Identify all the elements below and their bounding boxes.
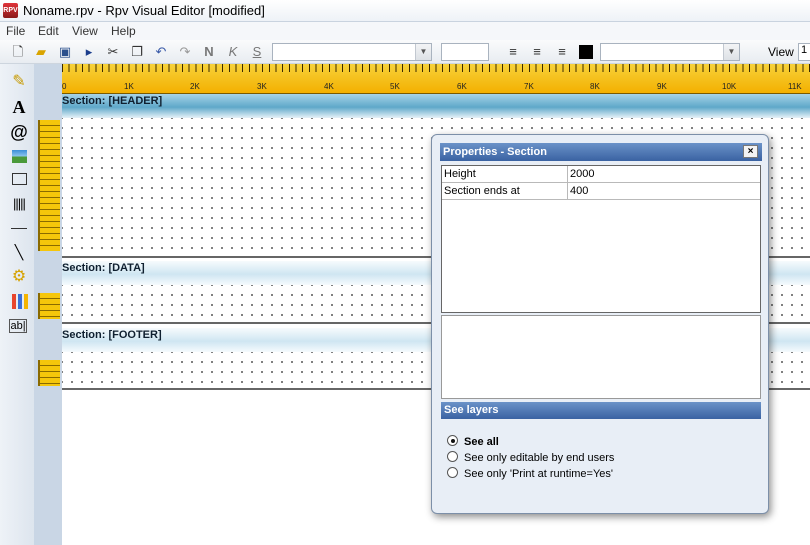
ruler-label: 1K [124, 82, 134, 91]
column-divider [567, 166, 568, 183]
tool-palette: ✎ A @ ||||| ╲ ⚙ ab| [0, 64, 34, 545]
radio-label: See only 'Print at runtime=Yes' [464, 468, 614, 480]
ruler-label: 4K [324, 82, 334, 91]
property-row-section-ends[interactable]: Section ends at 400 [442, 183, 760, 200]
ruler-label: 9K [657, 82, 667, 91]
ruler-label: 3K [257, 82, 267, 91]
menu-view[interactable]: View [72, 24, 98, 38]
toolbar: 🗋 ▰ ▣ ▸ ✂ ❐ ↶ ↷ N K S ▼ ≡ ≡ ≡ ▼ View 1 [0, 40, 810, 64]
run-icon[interactable]: ▸ [80, 43, 98, 61]
bold-icon[interactable]: N [200, 43, 218, 61]
undo-icon[interactable]: ↶ [152, 43, 170, 61]
barcode-tool-icon[interactable]: ||||| [9, 194, 29, 214]
cut-icon[interactable]: ✂ [104, 43, 122, 61]
title-bar: RPV Noname.rpv - Rpv Visual Editor [modi… [0, 0, 810, 22]
rectangle-tool-icon[interactable] [9, 170, 29, 190]
chevron-down-icon: ▼ [723, 44, 739, 60]
copy-icon[interactable]: ❐ [128, 43, 146, 61]
header-vertical-ruler [38, 120, 60, 251]
field-tool-icon[interactable]: @ [9, 122, 29, 142]
diagonal-line-icon[interactable]: ╲ [9, 242, 29, 262]
menu-edit[interactable]: Edit [38, 24, 59, 38]
ruler-label: 2K [190, 82, 200, 91]
vertical-rulers [34, 64, 62, 545]
properties-dialog: Properties - Section × Height 2000 Secti… [431, 134, 769, 514]
ruler-label: 10K [722, 82, 737, 91]
menu-file[interactable]: File [6, 24, 25, 38]
color-swatch[interactable] [579, 45, 593, 59]
view-label: View [768, 45, 794, 59]
close-icon[interactable]: × [743, 145, 758, 158]
ruler-ticks [62, 64, 810, 72]
app-icon: RPV [3, 3, 18, 18]
underline-icon[interactable]: S [248, 43, 266, 61]
text-tool-icon[interactable]: A [9, 97, 29, 117]
window-title: Noname.rpv - Rpv Visual Editor [modified… [23, 3, 265, 18]
ruler-label: 0 [62, 82, 67, 91]
menu-help[interactable]: Help [111, 24, 136, 38]
save-icon[interactable]: ▣ [56, 43, 74, 61]
data-vertical-ruler [38, 293, 60, 319]
chevron-down-icon: ▼ [415, 44, 431, 60]
radio-button[interactable] [447, 451, 458, 462]
horizontal-ruler: 0 1K 2K 3K 4K 5K 6K 7K 8K 9K 10K 11K [62, 64, 810, 94]
horizontal-line-icon[interactable] [9, 219, 29, 239]
ruler-label: 6K [457, 82, 467, 91]
input-field-tool-icon[interactable]: ab| [9, 319, 27, 333]
font-name-combo[interactable]: ▼ [272, 43, 432, 61]
property-row-height[interactable]: Height 2000 [442, 166, 760, 183]
font-size-field[interactable] [441, 43, 489, 61]
radio-button-selected[interactable] [447, 435, 458, 446]
view-zoom-field[interactable]: 1 [798, 43, 810, 61]
menu-bar: File Edit View Help [0, 22, 810, 40]
style-combo[interactable]: ▼ [600, 43, 740, 61]
dialog-title: Properties - Section [443, 146, 547, 158]
align-center-icon[interactable]: ≡ [528, 43, 546, 61]
ruler-label: 8K [590, 82, 600, 91]
align-right-icon[interactable]: ≡ [553, 43, 571, 61]
property-grid: Height 2000 Section ends at 400 [441, 165, 761, 313]
property-value[interactable]: 2000 [570, 168, 594, 180]
column-divider [567, 183, 568, 200]
property-description-panel [441, 315, 761, 399]
radio-see-print-runtime[interactable]: See only 'Print at runtime=Yes' [447, 467, 613, 480]
image-tool-icon[interactable] [9, 147, 29, 167]
select-pointer-icon[interactable]: ✎ [9, 72, 29, 92]
footer-vertical-ruler [38, 360, 60, 386]
radio-label: See only editable by end users [464, 452, 615, 464]
ruler-label: 7K [524, 82, 534, 91]
property-key: Section ends at [444, 185, 520, 197]
property-key: Height [444, 168, 476, 180]
ruler-label: 11K [788, 82, 802, 91]
italic-icon[interactable]: K [224, 43, 242, 61]
radio-button[interactable] [447, 467, 458, 478]
dialog-title-bar[interactable]: Properties - Section × [440, 143, 762, 161]
section-header-band[interactable]: Section: [HEADER] [62, 94, 810, 118]
radio-see-editable[interactable]: See only editable by end users [447, 451, 614, 464]
open-folder-icon[interactable]: ▰ [32, 43, 50, 61]
align-left-icon[interactable]: ≡ [504, 43, 522, 61]
redo-icon[interactable]: ↷ [176, 43, 194, 61]
ruler-label: 5K [390, 82, 400, 91]
chart-tool-icon[interactable] [9, 291, 29, 311]
gear-icon[interactable]: ⚙ [9, 267, 29, 287]
radio-label: See all [464, 436, 499, 448]
radio-see-all[interactable]: See all [447, 435, 499, 448]
layers-header: See layers [441, 402, 761, 419]
new-file-icon[interactable]: 🗋 [9, 43, 27, 61]
property-value[interactable]: 400 [570, 185, 588, 197]
